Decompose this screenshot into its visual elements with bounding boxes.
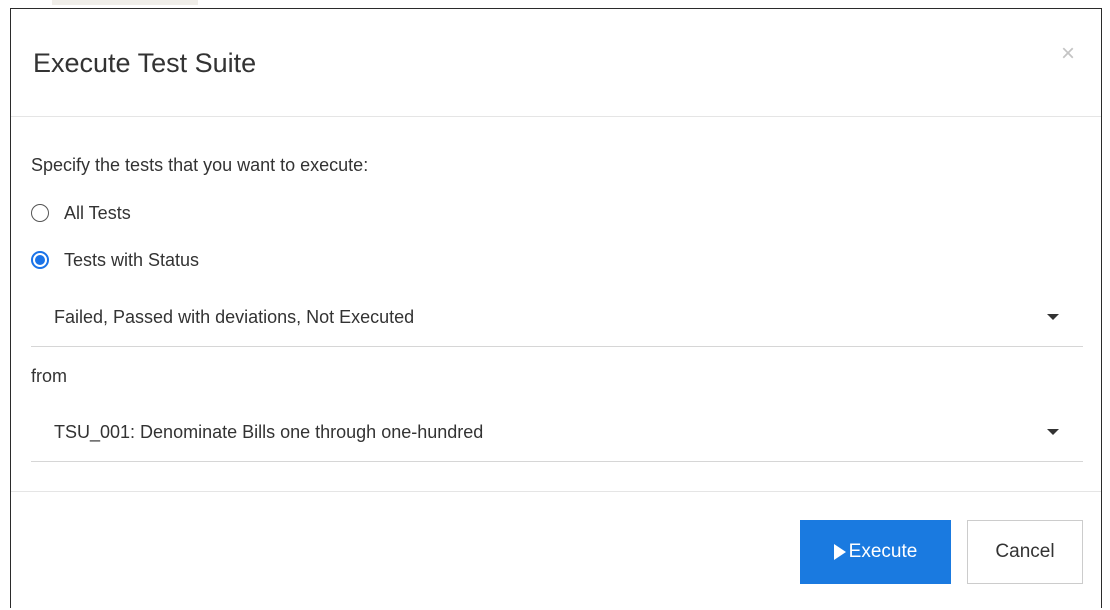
play-icon: [833, 544, 846, 560]
status-select-value: Failed, Passed with deviations, Not Exec…: [54, 307, 415, 327]
radio-button-checked[interactable]: [31, 251, 49, 269]
execute-button[interactable]: Execute: [800, 520, 951, 584]
caret-down-icon[interactable]: [1047, 429, 1059, 435]
execute-button-label: Execute: [848, 541, 918, 562]
instructions-text: Specify the tests that you want to execu…: [31, 155, 369, 175]
background-smudge: [52, 0, 198, 5]
execute-test-suite-dialog: Execute Test Suite × Specify the tests t…: [10, 8, 1102, 608]
test-suite-select[interactable]: TSU_001: Denominate Bills one through on…: [31, 411, 1083, 462]
radio-tests-with-status[interactable]: Tests with Status: [31, 248, 199, 272]
dialog-header: Execute Test Suite ×: [11, 9, 1101, 117]
cancel-button[interactable]: Cancel: [967, 520, 1083, 584]
radio-label-tests-with-status: Tests with Status: [64, 250, 200, 270]
test-suite-select-value: TSU_001: Denominate Bills one through on…: [54, 422, 484, 442]
dialog-footer: Execute Cancel: [11, 491, 1101, 610]
radio-label-all-tests: All Tests: [64, 203, 131, 223]
caret-down-icon[interactable]: [1047, 314, 1059, 320]
from-label: from: [31, 366, 67, 386]
radio-button-unchecked[interactable]: [31, 204, 49, 222]
close-icon[interactable]: ×: [1057, 41, 1079, 67]
cancel-button-label: Cancel: [995, 541, 1055, 562]
radio-all-tests[interactable]: All Tests: [31, 201, 131, 225]
dialog-title: Execute Test Suite: [33, 48, 257, 78]
status-select[interactable]: Failed, Passed with deviations, Not Exec…: [31, 296, 1083, 347]
